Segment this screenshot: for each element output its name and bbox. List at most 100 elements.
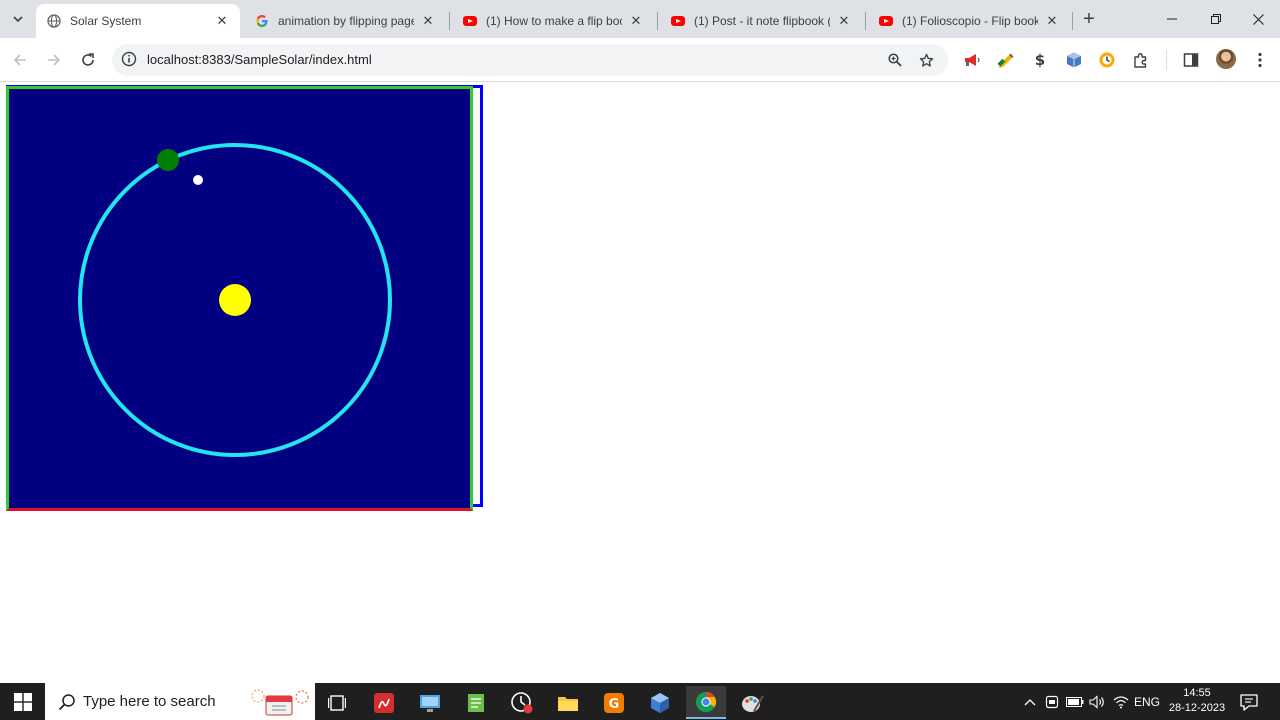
youtube-icon (670, 13, 686, 29)
tab-folioscopio[interactable]: (1) Folioscopio - Flip book - ✕ (868, 4, 1070, 38)
solar-system-scene (78, 143, 392, 457)
chevron-up-icon (1024, 698, 1036, 705)
tab-search-button[interactable] (6, 7, 30, 31)
bookmark-star-icon[interactable] (915, 49, 937, 71)
megaphone-extension-icon[interactable] (962, 50, 982, 70)
tab-animation-flipping[interactable]: animation by flipping pages ✕ (244, 4, 446, 38)
taskbar-app-paint[interactable] (732, 686, 772, 719)
minimize-button[interactable] (1150, 0, 1194, 38)
paint-app-icon (742, 694, 764, 712)
taskbar-clock[interactable]: 14:55 28-12-2023 (1160, 686, 1234, 716)
battery-tray-button[interactable] (1064, 683, 1086, 720)
toolbar-separator (1166, 50, 1167, 70)
svg-text:$: $ (1035, 51, 1045, 69)
orange-app-icon: G (604, 692, 624, 713)
taskbar-app-chrome[interactable] (686, 686, 726, 719)
youtube-icon (462, 13, 478, 29)
tab-strip: Solar System ✕ animation by flipping pag… (0, 0, 1280, 38)
pencil-extension-icon[interactable] (996, 50, 1016, 70)
tab-separator (1072, 12, 1073, 30)
new-tab-button[interactable]: + (1078, 8, 1100, 30)
tab-separator (865, 12, 866, 30)
close-icon[interactable]: ✕ (420, 13, 436, 29)
minimize-icon (1167, 18, 1177, 20)
arrow-left-icon (13, 54, 26, 66)
arrow-right-icon (48, 54, 61, 66)
taskbar-app-remote-desktop[interactable] (410, 686, 450, 719)
circle-extension-icon[interactable] (1097, 50, 1117, 70)
extensions-puzzle-icon[interactable] (1131, 50, 1151, 70)
youtube-icon (878, 13, 894, 29)
moon (193, 175, 203, 185)
tab-title: Solar System (70, 14, 142, 28)
cube-app-icon (651, 692, 669, 713)
tab-title: (1) How to make a flip book (486, 14, 622, 28)
network-tray-button[interactable] (1111, 683, 1131, 720)
taskbar-app-notepad[interactable] (456, 686, 496, 719)
taskbar-app-recorder[interactable] (502, 686, 542, 719)
globe-icon (46, 13, 62, 29)
meet-now-tray-button[interactable] (1042, 683, 1062, 720)
forward-button[interactable] (40, 46, 68, 74)
screen-recorder-icon (511, 691, 533, 713)
cube-extension-icon[interactable] (1064, 50, 1084, 70)
chrome-icon (695, 691, 717, 712)
notification-icon[interactable] (1238, 691, 1260, 713)
taskbar-app-orange[interactable]: G (594, 686, 634, 719)
search-placeholder[interactable]: Type here to search (83, 693, 216, 710)
taskbar-app-3d[interactable] (640, 686, 680, 719)
url-text[interactable]: localhost:8383/SampleSolar/index.html (147, 52, 372, 67)
task-view-button[interactable] (317, 686, 357, 719)
close-icon[interactable]: ✕ (214, 13, 230, 29)
task-view-icon (328, 694, 346, 711)
restore-button[interactable] (1194, 0, 1238, 38)
notepad-app-icon (468, 693, 484, 712)
chevron-down-icon (13, 16, 23, 23)
close-icon[interactable]: ✕ (628, 13, 644, 29)
zoom-icon[interactable] (884, 49, 906, 71)
side-panel-icon[interactable] (1181, 50, 1201, 70)
tab-separator (449, 12, 450, 30)
wifi-icon (1113, 695, 1129, 708)
language-indicator[interactable]: ENG (1134, 683, 1160, 720)
tab-solar-system[interactable]: Solar System ✕ (36, 4, 240, 38)
plus-icon: + (1083, 7, 1095, 30)
taskbar-search-box[interactable]: Type here to search (45, 683, 315, 720)
volume-tray-button[interactable] (1087, 683, 1107, 720)
back-button[interactable] (6, 46, 34, 74)
solar-system-canvas (6, 86, 473, 511)
tab-title: animation by flipping pages (278, 14, 414, 28)
info-icon[interactable] (121, 51, 137, 67)
search-icon (58, 694, 75, 711)
sun (219, 284, 251, 316)
close-icon[interactable]: ✕ (836, 13, 852, 29)
taskbar-app-pdf[interactable] (364, 686, 404, 719)
google-icon (254, 13, 270, 29)
clock-time: 14:55 (1183, 687, 1211, 699)
folder-icon (558, 696, 578, 711)
reload-icon (82, 53, 94, 66)
tab-title: (1) Post - it note flipbook (M (694, 14, 830, 28)
volume-icon (1089, 694, 1104, 709)
reload-button[interactable] (74, 46, 102, 74)
language-label: ENG (1134, 694, 1161, 709)
windows-taskbar: Type here to search G ENG 14:55 28-12-20… (0, 683, 1280, 720)
address-bar[interactable]: localhost:8383/SampleSolar/index.html (112, 44, 948, 76)
dollar-extension-icon[interactable]: $ (1030, 50, 1050, 70)
tab-separator (657, 12, 658, 30)
tab-post-it-note-flipbook[interactable]: (1) Post - it note flipbook (M ✕ (660, 4, 862, 38)
windows-logo-icon (13, 692, 32, 711)
tab-how-to-make-flip-book[interactable]: (1) How to make a flip book ✕ (452, 4, 654, 38)
restore-icon (1211, 14, 1221, 24)
pdf-app-icon (374, 692, 394, 713)
camera-tray-icon (1045, 695, 1059, 708)
more-menu-icon[interactable] (1250, 50, 1270, 70)
tab-title: (1) Folioscopio - Flip book - (902, 14, 1038, 28)
battery-icon (1066, 696, 1084, 707)
close-icon[interactable]: ✕ (1044, 13, 1060, 29)
start-button[interactable] (0, 683, 45, 720)
close-window-button[interactable] (1236, 0, 1280, 38)
show-hidden-icons-button[interactable] (1020, 683, 1040, 720)
taskbar-app-file-explorer[interactable] (548, 686, 588, 719)
profile-avatar[interactable] (1216, 49, 1236, 69)
